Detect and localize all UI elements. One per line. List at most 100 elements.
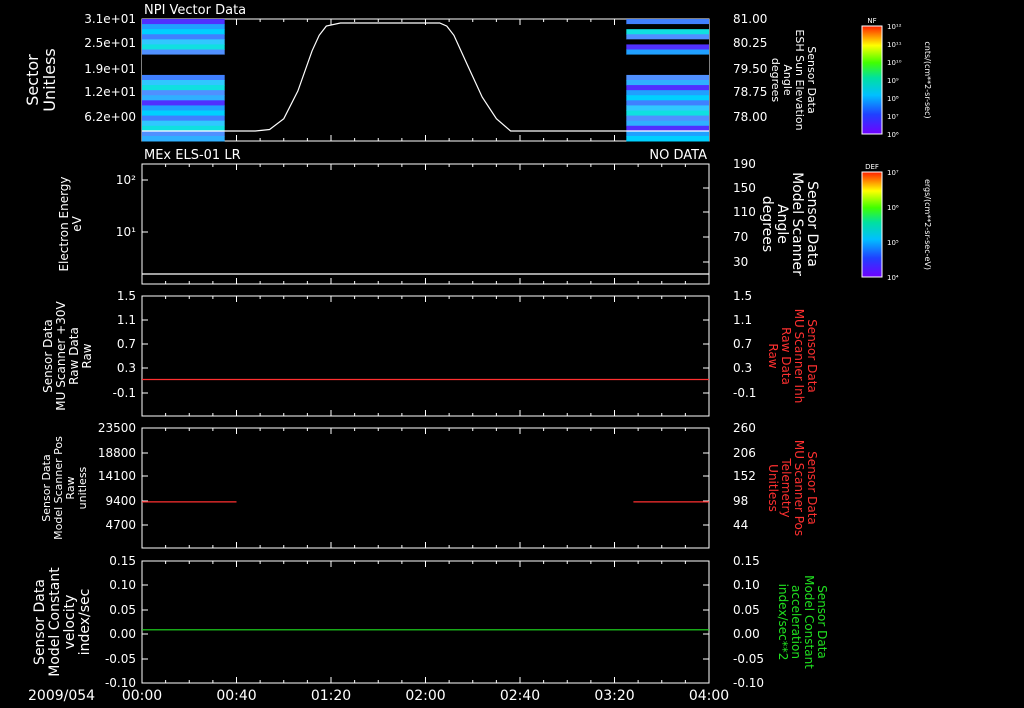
y-tick-label-left: 1.5: [117, 289, 136, 303]
x-tick-label: 02:00: [405, 688, 445, 704]
y-tick-label-right: -0.10: [733, 676, 764, 690]
colorbar-unit: cnts/(cm**2-sr-sec): [923, 41, 932, 118]
x-tick-label: 02:40: [500, 688, 540, 704]
plot-canvas: NPI Vector Data 3.1e+01 2.5e+01 1.9e+01 1.2e…: [23, 3, 932, 704]
y-tick-label-left: 10¹: [116, 225, 136, 239]
y-tick-label-right: 0.00: [733, 627, 760, 641]
heatmap-row: [142, 19, 225, 25]
y-tick-label-right: 98: [733, 494, 748, 508]
heatmap-row: [626, 90, 709, 96]
colorbar-gradient: [861, 25, 883, 135]
y-tick-label-left: 1.1: [117, 313, 136, 327]
y-tick-label-right: 1.5: [733, 289, 752, 303]
y-tick-label-right: 0.15: [733, 554, 760, 568]
y-axis-label-right: degrees: [759, 196, 775, 252]
y-tick-label-left: 9400: [105, 494, 136, 508]
y-tick-label-right: 30: [733, 255, 748, 269]
colorbar-unit: ergs/(cm**2-sr-sec-eV): [923, 179, 932, 270]
heatmap-row: [142, 34, 225, 40]
y-tick-label-left: 10²: [116, 173, 136, 187]
y-tick-label-left: 0.3: [117, 361, 136, 375]
y-axis-label-right: Raw: [766, 343, 780, 368]
y-tick-label-right: 79.50: [733, 62, 767, 76]
heatmap-row: [626, 110, 709, 117]
heatmap-row: [142, 24, 225, 30]
heatmap-row: [626, 120, 709, 127]
colorbar-1: NF 10¹² 10¹¹ 10¹⁰ 10⁹ 10⁸ 10⁷ 10⁶ cnts/(cm**2-sr…: [861, 17, 932, 139]
y-tick-label-left: 0.05: [109, 603, 136, 617]
panel-frame: [141, 295, 710, 417]
colorbar-tick-label: 10¹²: [887, 23, 902, 31]
heatmap-row: [142, 95, 225, 101]
panel-title: MEx ELS-01 LR: [144, 148, 241, 163]
heatmap-row: [142, 44, 225, 50]
y-axis-label-left: Raw: [80, 343, 94, 368]
heatmap-row: [626, 54, 709, 61]
panel-3: 1.5 1.1 0.7 0.3 -0.1 1.5 1.1 0.7 0.3 -0.1 Sensor D…: [41, 289, 819, 417]
y-tick-label-right: 206: [733, 446, 756, 460]
panel-frame: [141, 163, 710, 285]
y-axis-label-right: Unitless: [766, 464, 780, 512]
heatmap-row: [626, 39, 709, 45]
heatmap-row: [626, 69, 709, 76]
heatmap-row: [142, 135, 225, 142]
y-tick-label-left: 14100: [98, 469, 136, 483]
y-tick-label-right: 0.7: [733, 337, 752, 351]
x-tick-label: 00:40: [216, 688, 256, 704]
y-axis-label-right: MU Scanner Inh: [792, 309, 806, 404]
series-line: [142, 22, 709, 132]
y-tick-label-right: 150: [733, 181, 756, 195]
heatmap-row: [142, 110, 225, 117]
y-axis-label-right: Sensor Data: [805, 319, 819, 393]
heatmap-block: [142, 19, 225, 142]
y-tick-label-right: 0.10: [733, 578, 760, 592]
y-axis-label-right: Model Constant: [802, 575, 816, 669]
colorbar-tick-label: 10⁷: [887, 169, 899, 177]
heatmap-row: [626, 95, 709, 101]
heatmap-row: [626, 130, 709, 137]
panel-frame: [141, 18, 710, 142]
y-axis-label-left: Model Constant: [47, 567, 63, 677]
y-tick-label-right: 0.3: [733, 361, 752, 375]
y-axis-label-right: Telemetry: [779, 457, 793, 517]
y-tick-label-left: 0.15: [109, 554, 136, 568]
heatmap-row: [142, 130, 225, 137]
y-tick-label-right: 152: [733, 469, 756, 483]
y-tick-label-right: -0.05: [733, 652, 764, 666]
heatmap-row: [142, 59, 225, 66]
heatmap-row: [626, 74, 709, 81]
y-tick-label-right: 44: [733, 518, 748, 532]
y-axis-label-left: velocity: [62, 595, 78, 650]
y-tick-label-left: 18800: [98, 446, 136, 460]
panel-frame: [141, 560, 710, 684]
y-axis-label-left: Electron Energy: [57, 176, 71, 271]
heatmap-row: [142, 29, 225, 35]
heatmap-row: [626, 85, 709, 91]
colorbar-gradient: [861, 171, 883, 278]
colorbar-tick-label: 10⁶: [887, 204, 899, 212]
y-axis-label-left: Unitless: [40, 48, 59, 112]
x-tick-label: 01:20: [311, 688, 351, 704]
heatmap-row: [626, 19, 709, 25]
colorbar-tag: DEF: [865, 163, 879, 171]
y-tick-label-left: 0.10: [109, 578, 136, 592]
panel-4: 23500 18800 14100 9400 4700 260 206 152 98 44 Sens…: [40, 421, 819, 549]
y-axis-label-right: Sensor Data: [805, 451, 819, 525]
y-axis-label-right: MU Scanner Pos: [792, 440, 806, 536]
date-label: 2009/054: [28, 688, 95, 704]
y-tick-label-right: 70: [733, 230, 748, 244]
heatmap-row: [142, 105, 225, 111]
y-tick-label-left: 6.2e+00: [84, 110, 136, 124]
y-tick-label-right: 78.75: [733, 85, 767, 99]
colorbar-tick-label: 10⁴: [887, 274, 899, 282]
y-axis-label-right: Angle: [774, 204, 790, 244]
heatmap-row: [626, 49, 709, 56]
heatmap-row: [626, 24, 709, 30]
panel-title: NPI Vector Data: [144, 3, 246, 18]
colorbar-tick-label: 10⁵: [887, 239, 899, 247]
heatmap-row: [142, 85, 225, 91]
y-axis-label-left: Raw Data: [67, 327, 81, 385]
heatmap-row: [626, 100, 709, 106]
y-axis-label-right: index/sec**2: [776, 584, 790, 661]
y-tick-label-left: 23500: [98, 421, 136, 435]
